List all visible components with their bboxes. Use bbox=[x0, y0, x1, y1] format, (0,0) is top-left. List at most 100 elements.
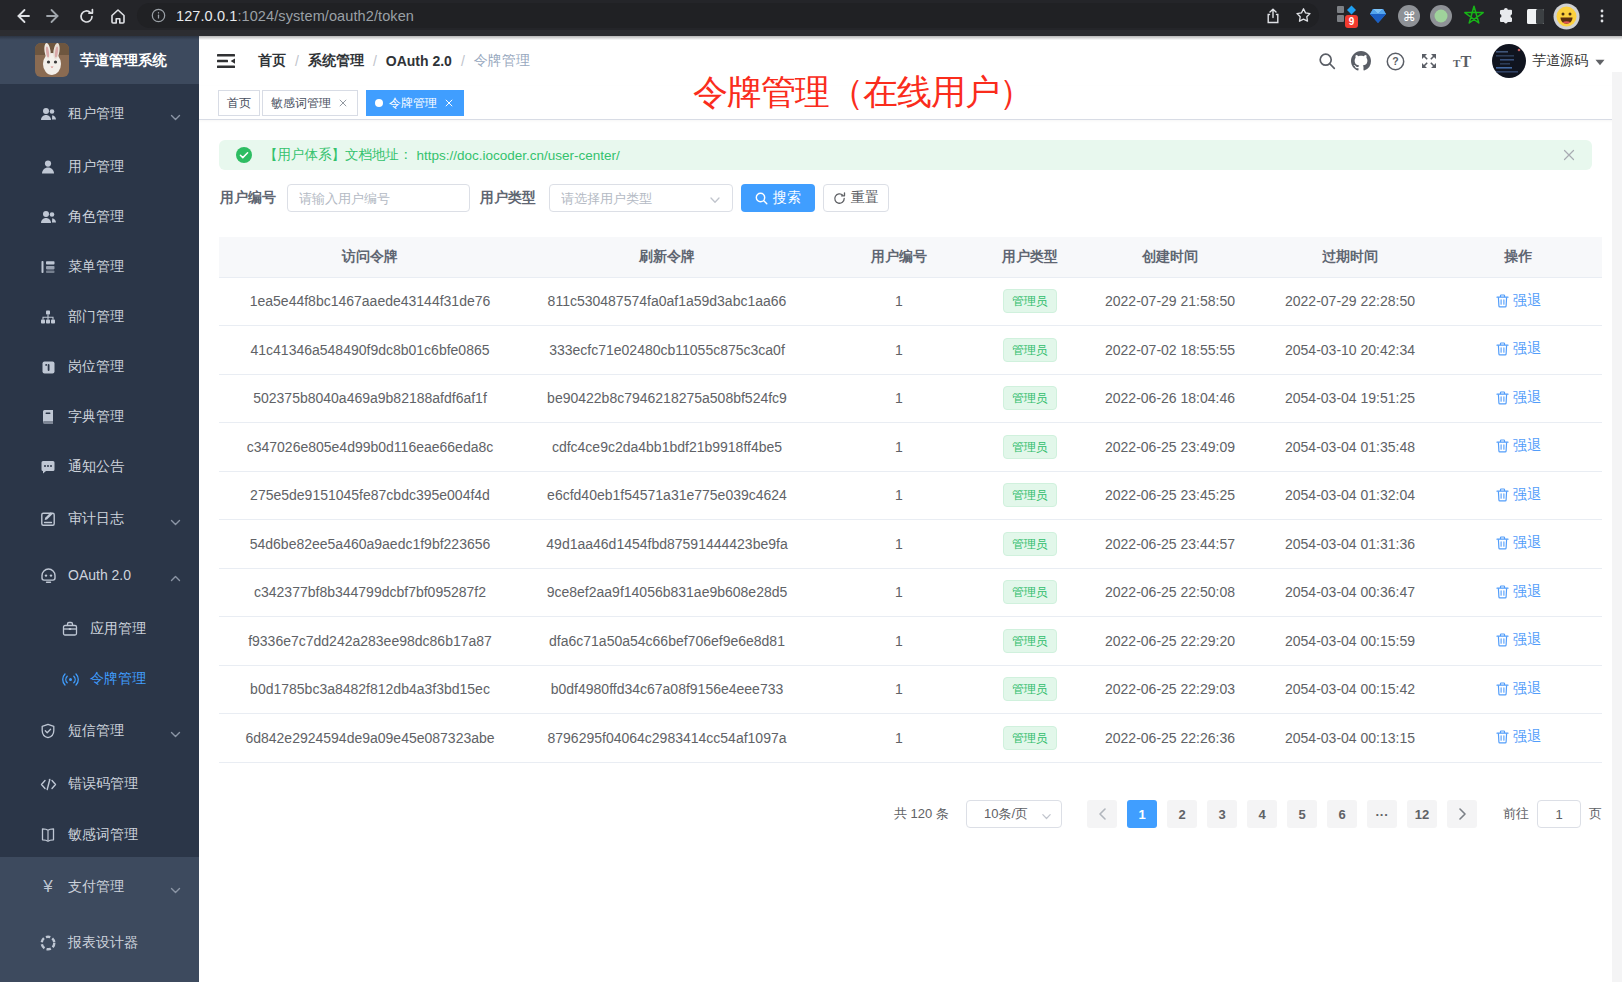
profile-avatar-icon[interactable] bbox=[1552, 2, 1580, 30]
sidebar-toggle-icon[interactable] bbox=[1521, 2, 1549, 30]
forward-icon[interactable] bbox=[40, 2, 68, 30]
search-icon[interactable] bbox=[1310, 36, 1344, 86]
breadcrumb-system[interactable]: 系统管理 bbox=[308, 52, 364, 70]
content-area: 首页 / 系统管理 / OAuth 2.0 / 令牌管理 ? bbox=[199, 36, 1622, 982]
puzzle-icon[interactable] bbox=[1492, 2, 1520, 30]
cell-user-type: 管理员 bbox=[985, 665, 1075, 714]
user-avatar[interactable] bbox=[1492, 44, 1526, 78]
extension-badge-icon[interactable]: 9 bbox=[1333, 2, 1361, 30]
force-logout-button[interactable]: 强退 bbox=[1496, 486, 1541, 504]
sidebar-item-report-designer[interactable]: 报表设计器 bbox=[0, 918, 199, 968]
sidebar-item-role[interactable]: 角色管理 bbox=[0, 192, 199, 242]
page-button[interactable]: 12 bbox=[1407, 800, 1437, 828]
gem-icon[interactable] bbox=[1364, 2, 1392, 30]
username-label[interactable]: 芋道源码 bbox=[1532, 52, 1588, 70]
reload-icon[interactable] bbox=[72, 2, 100, 30]
page-button[interactable]: 2 bbox=[1167, 800, 1197, 828]
bookmark-star-icon[interactable] bbox=[1289, 3, 1317, 28]
table-row: 502375b8040a469a9b82188afdf6af1f be90422… bbox=[219, 374, 1602, 423]
prev-page-button[interactable] bbox=[1087, 800, 1117, 828]
active-dot bbox=[375, 99, 383, 107]
page-size-select[interactable]: 10条/页 bbox=[966, 800, 1062, 828]
green-star-icon[interactable] bbox=[1460, 2, 1488, 30]
sidebar-item-oauth[interactable]: OAuth 2.0 bbox=[0, 550, 199, 600]
scrollbar-track[interactable] bbox=[1612, 72, 1622, 982]
alert-close-icon[interactable] bbox=[1562, 148, 1576, 162]
force-logout-button[interactable]: 强退 bbox=[1496, 534, 1541, 552]
home-icon[interactable] bbox=[104, 2, 132, 30]
sidebar-item-tenant[interactable]: 租户管理 bbox=[0, 89, 199, 139]
back-icon[interactable] bbox=[8, 2, 36, 30]
fullscreen-icon[interactable] bbox=[1412, 36, 1446, 86]
user-id-input[interactable] bbox=[287, 184, 470, 212]
caret-down-icon[interactable] bbox=[1595, 52, 1605, 70]
force-logout-button[interactable]: 强退 bbox=[1496, 728, 1541, 746]
force-logout-button[interactable]: 强退 bbox=[1496, 583, 1541, 601]
record-circle-icon[interactable] bbox=[1427, 2, 1455, 30]
sidebar-item-sms[interactable]: 短信管理 bbox=[0, 706, 199, 756]
user-type-select[interactable] bbox=[549, 184, 733, 212]
cell-expire-time: 2054-03-04 01:35:48 bbox=[1265, 423, 1435, 472]
tag-sensitive-word[interactable]: 敏感词管理 bbox=[262, 90, 358, 116]
address-bar[interactable]: 127.0.0.1:1024/system/oauth2/token bbox=[137, 3, 1319, 28]
cell-access-token: c342377bf8b344799dcbf7bf095287f2 bbox=[219, 568, 521, 617]
cell-access-token: 1ea5e44f8bc1467aaede43144f31de76 bbox=[219, 277, 521, 326]
force-logout-button[interactable]: 强退 bbox=[1496, 680, 1541, 698]
cell-refresh-token: b0df4980ffd34c67a08f9156e4eee733 bbox=[521, 665, 813, 714]
role-icon bbox=[39, 208, 57, 226]
sidebar-item-announcement[interactable]: 通知公告 bbox=[0, 442, 199, 492]
sidebar-item-payment[interactable]: ¥ 支付管理 bbox=[0, 862, 199, 912]
help-icon[interactable]: ? bbox=[1378, 36, 1412, 86]
search-button[interactable]: 搜索 bbox=[741, 184, 815, 212]
sidebar-item-user[interactable]: 用户管理 bbox=[0, 142, 199, 192]
page-button[interactable]: 6 bbox=[1327, 800, 1357, 828]
tag-home[interactable]: 首页 bbox=[218, 90, 260, 116]
doc-link[interactable]: https://doc.iocoder.cn/user-center/ bbox=[417, 148, 620, 163]
force-logout-button[interactable]: 强退 bbox=[1496, 437, 1541, 455]
breadcrumb-home[interactable]: 首页 bbox=[258, 52, 286, 70]
cell-expire-time: 2054-03-04 00:13:15 bbox=[1265, 714, 1435, 763]
table-header-row: 访问令牌 刷新令牌 用户编号 用户类型 创建时间 过期时间 操作 bbox=[219, 237, 1602, 277]
cell-access-token: 6d842e2924594de9a09e45e087323abe bbox=[219, 714, 521, 763]
sidebar-item-token[interactable]: 令牌管理 bbox=[0, 654, 199, 704]
font-size-icon[interactable]: TT bbox=[1446, 36, 1480, 86]
next-page-button[interactable] bbox=[1447, 800, 1477, 828]
command-circle-icon[interactable]: ⌘ bbox=[1395, 2, 1423, 30]
close-icon[interactable] bbox=[443, 97, 455, 109]
page-button[interactable]: 3 bbox=[1207, 800, 1237, 828]
goto-page-input[interactable] bbox=[1537, 800, 1581, 828]
page-button[interactable]: 1 bbox=[1127, 800, 1157, 828]
github-icon[interactable] bbox=[1344, 36, 1378, 86]
force-logout-button[interactable]: 强退 bbox=[1496, 292, 1541, 310]
sidebar-item-dept[interactable]: 部门管理 bbox=[0, 292, 199, 342]
sidebar-item-menu[interactable]: 菜单管理 bbox=[0, 242, 199, 292]
cell-access-token: 275e5de9151045fe87cbdc395e004f4d bbox=[219, 471, 521, 520]
force-logout-button[interactable]: 强退 bbox=[1496, 631, 1541, 649]
sidebar-item-application[interactable]: 应用管理 bbox=[0, 604, 199, 654]
site-info-icon[interactable] bbox=[151, 8, 166, 23]
sidebar-logo[interactable]: 芋道管理系统 bbox=[0, 36, 199, 84]
sidebar-item-post[interactable]: 岗位管理 bbox=[0, 342, 199, 392]
tag-token[interactable]: 令牌管理 bbox=[366, 90, 464, 116]
sidebar-item-sensitive-word[interactable]: 敏感词管理 bbox=[0, 810, 199, 860]
collapse-sidebar-icon[interactable] bbox=[215, 50, 237, 72]
reset-button[interactable]: 重置 bbox=[823, 184, 889, 212]
goto-unit: 页 bbox=[1589, 805, 1602, 823]
close-icon[interactable] bbox=[337, 97, 349, 109]
menu-dots-icon[interactable] bbox=[1588, 2, 1616, 30]
share-icon[interactable] bbox=[1259, 3, 1287, 28]
col-expire-time: 过期时间 bbox=[1265, 237, 1435, 277]
sidebar-item-dict[interactable]: 字典管理 bbox=[0, 392, 199, 442]
cell-action: 强退 bbox=[1435, 617, 1602, 666]
page-ellipsis-button[interactable]: ··· bbox=[1367, 800, 1397, 828]
sidebar-item-error-code[interactable]: 错误码管理 bbox=[0, 759, 199, 809]
force-logout-button[interactable]: 强退 bbox=[1496, 340, 1541, 358]
cell-access-token: 502375b8040a469a9b82188afdf6af1f bbox=[219, 374, 521, 423]
cell-expire-time: 2054-03-04 19:51:25 bbox=[1265, 374, 1435, 423]
page-button[interactable]: 5 bbox=[1287, 800, 1317, 828]
page-button[interactable]: 4 bbox=[1247, 800, 1277, 828]
sidebar-item-audit-log[interactable]: 审计日志 bbox=[0, 494, 199, 544]
user-type-badge: 管理员 bbox=[1003, 483, 1057, 507]
force-logout-button[interactable]: 强退 bbox=[1496, 389, 1541, 407]
breadcrumb-oauth[interactable]: OAuth 2.0 bbox=[386, 53, 452, 69]
